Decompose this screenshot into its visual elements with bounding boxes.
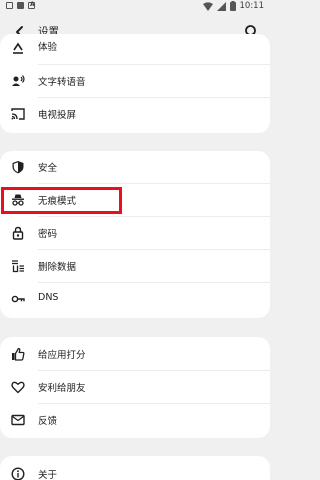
settings-item-label: 文字转语音 — [38, 77, 86, 88]
settings-item-label: 电视投屏 — [38, 110, 77, 121]
settings-group-general: 体验 文字转语音 电视投屏 — [0, 34, 270, 133]
speech-icon — [12, 75, 25, 86]
status-bar: 10:11 — [0, 0, 270, 15]
highlight-box — [1, 187, 122, 214]
key-icon — [11, 295, 25, 303]
settings-item-label: 给应用打分 — [38, 350, 86, 361]
mascot-icon — [13, 42, 23, 54]
settings-item-label: 安利给朋友 — [38, 383, 86, 394]
settings-item-label: 密码 — [38, 229, 58, 240]
notification-icon — [6, 2, 13, 9]
lock-icon — [12, 226, 24, 240]
heart-icon — [11, 381, 25, 394]
settings-item-label: 删除数据 — [38, 262, 77, 273]
clock: 10:11 — [239, 1, 265, 11]
settings-group-about: 关于 — [0, 456, 270, 480]
settings-item-security[interactable]: 安全 — [0, 151, 270, 184]
system-icons: 10:11 — [202, 1, 265, 11]
signal-icon — [216, 1, 226, 11]
settings-item-text-to-speech[interactable]: 文字转语音 — [0, 65, 270, 98]
info-icon — [11, 467, 25, 480]
settings-group-privacy: 安全 无痕模式 密码 删除数据 DNS — [0, 151, 270, 318]
cast-icon — [11, 108, 25, 120]
settings-group-feedback: 给应用打分 安利给朋友 反馈 — [0, 337, 270, 438]
settings-item-share-friends[interactable]: 安利给朋友 — [0, 371, 270, 404]
settings-item-password[interactable]: 密码 — [0, 217, 270, 250]
settings-item-label: 安全 — [38, 163, 58, 174]
settings-item-label: 体验 — [38, 42, 58, 53]
mail-icon — [11, 414, 25, 426]
settings-item-tv-cast[interactable]: 电视投屏 — [0, 98, 270, 131]
notification-a-icon — [28, 1, 35, 9]
delete-data-icon — [12, 260, 24, 273]
settings-item-rate-app[interactable]: 给应用打分 — [0, 338, 270, 371]
thumbs-up-icon — [12, 347, 25, 361]
notification-icon — [17, 2, 24, 9]
notification-icons — [6, 1, 35, 9]
settings-item-feedback[interactable]: 反馈 — [0, 404, 270, 437]
settings-item-label: 关于 — [38, 470, 58, 480]
settings-item-dns[interactable]: DNS — [0, 283, 270, 316]
battery-icon — [229, 1, 236, 11]
settings-item-experience[interactable]: 体验 — [0, 34, 270, 65]
settings-item-label: DNS — [38, 292, 59, 303]
settings-item-about[interactable]: 关于 — [0, 458, 270, 480]
settings-item-label: 反馈 — [38, 416, 58, 427]
wifi-icon — [202, 1, 213, 11]
shield-icon — [12, 161, 24, 174]
settings-item-delete-data[interactable]: 删除数据 — [0, 250, 270, 283]
